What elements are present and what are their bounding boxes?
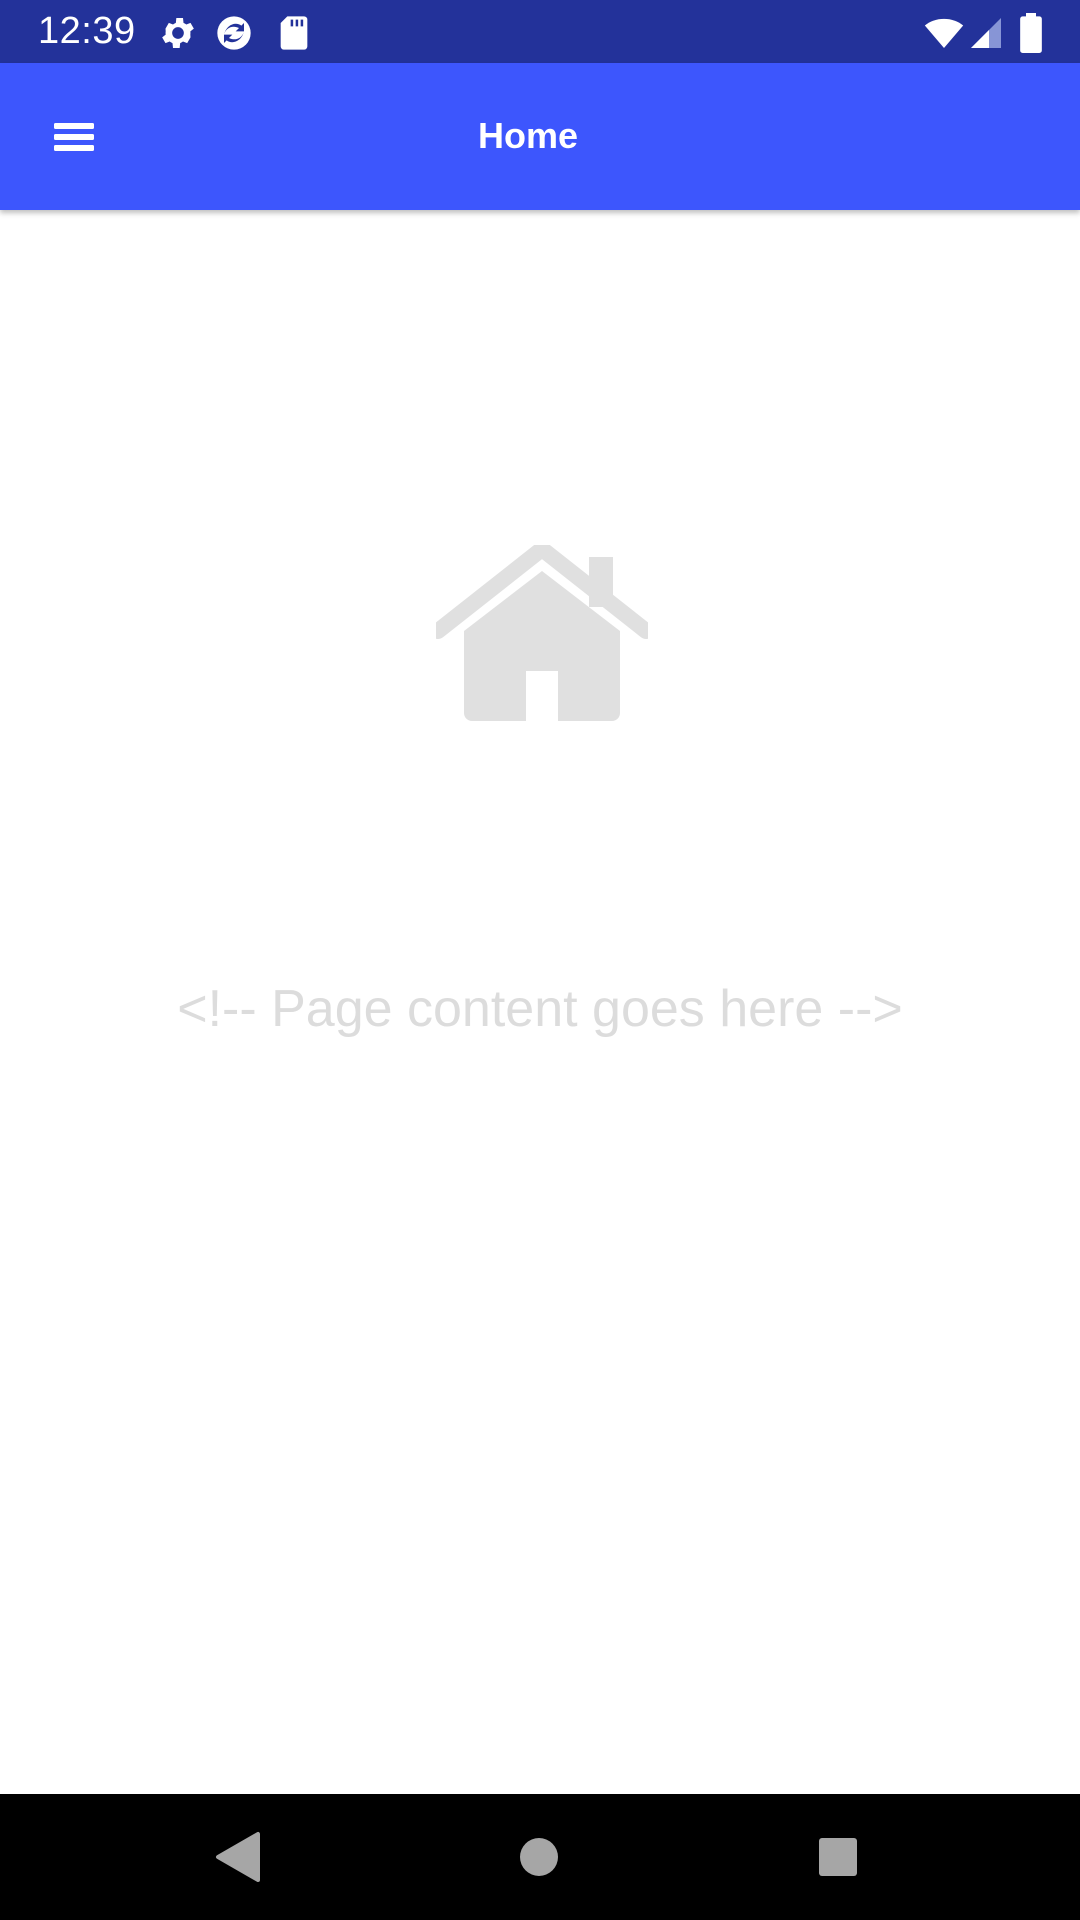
status-time: 12:39 bbox=[38, 10, 136, 52]
cell-signal-icon bbox=[968, 13, 1004, 53]
app-bar: Home bbox=[0, 63, 1080, 210]
back-button[interactable] bbox=[206, 1824, 272, 1890]
page-content: <!-- Page content goes here --> bbox=[0, 210, 1080, 1794]
sync-app-icon bbox=[214, 13, 254, 53]
battery-icon bbox=[1018, 13, 1044, 53]
placeholder-text: <!-- Page content goes here --> bbox=[177, 980, 903, 1038]
home-circle-icon bbox=[520, 1838, 558, 1876]
page-title: Home bbox=[477, 115, 579, 156]
home-icon bbox=[436, 545, 648, 725]
wifi-icon bbox=[922, 13, 966, 53]
recents-icon bbox=[819, 1838, 857, 1876]
navigation-bar bbox=[0, 1794, 1080, 1920]
status-bar: 12:39 bbox=[0, 0, 1080, 63]
settings-icon bbox=[158, 13, 198, 53]
recents-button[interactable] bbox=[805, 1824, 871, 1890]
home-button[interactable] bbox=[506, 1824, 572, 1890]
back-icon bbox=[216, 1832, 260, 1882]
sd-card-icon bbox=[274, 13, 314, 53]
